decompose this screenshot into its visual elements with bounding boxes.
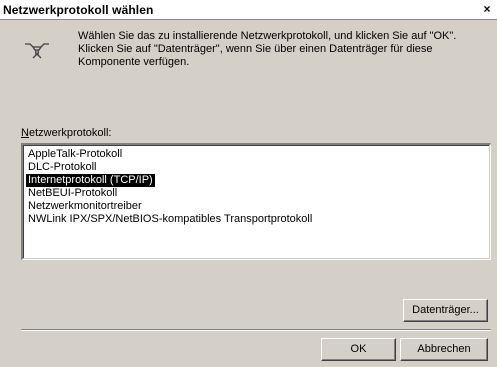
cancel-button[interactable]: Abbrechen (400, 338, 488, 361)
network-cable-icon (25, 43, 49, 59)
disk-button[interactable]: Datenträger... (403, 299, 488, 322)
close-button[interactable]: × (480, 2, 494, 16)
protocol-listbox[interactable]: AppleTalk-Protokoll DLC-Protokoll Internet… (21, 143, 491, 260)
instructions-text: Wählen Sie das zu installierende Netzwer… (78, 30, 457, 68)
separator (21, 329, 491, 331)
protocol-list-item[interactable]: Netzwerkmonitortreiber (26, 200, 144, 213)
protocol-list-item[interactable]: DLC-Protokoll (26, 161, 98, 174)
protocol-list-label-accelerator: N (21, 127, 29, 139)
protocol-list-label-text: etzwerkprotokoll: (28, 127, 112, 139)
protocol-list-item[interactable]: AppleTalk-Protokoll (26, 148, 124, 161)
protocol-list-item[interactable]: NetBEUI-Protokoll (26, 187, 119, 200)
protocol-list-item[interactable]: NWLink IPX/SPX/NetBIOS-kompatibles Trans… (26, 213, 314, 226)
ok-button[interactable]: OK (321, 338, 396, 361)
select-network-protocol-dialog: Netzwerkprotokoll wählen × Wählen Sie da… (0, 0, 497, 367)
window-title: Netzwerkprotokoll wählen (3, 3, 154, 17)
protocol-list-item[interactable]: Internetprotokoll (TCP/IP) (26, 174, 155, 187)
title-bar[interactable]: Netzwerkprotokoll wählen × (0, 0, 497, 20)
protocol-list-label: Netzwerkprotokoll: (21, 127, 112, 139)
